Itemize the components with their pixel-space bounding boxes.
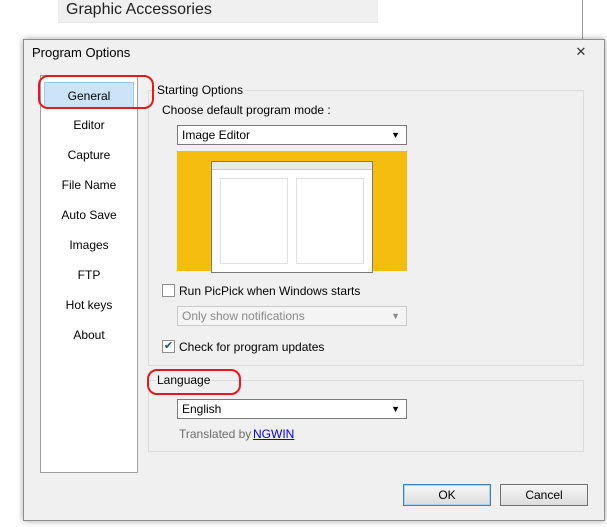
starting-options-title: Starting Options — [155, 83, 246, 97]
ok-button[interactable]: OK — [403, 484, 491, 506]
category-editor[interactable]: Editor — [44, 112, 134, 138]
check-updates-label: Check for program updates — [179, 340, 325, 354]
category-auto-save[interactable]: Auto Save — [44, 202, 134, 228]
chevron-down-icon: ▼ — [391, 130, 400, 140]
translated-by-label: Translated by — [179, 427, 252, 441]
category-ftp[interactable]: FTP — [44, 262, 134, 288]
notification-select-value: Only show notifications — [182, 309, 305, 323]
language-select-value: English — [182, 402, 222, 416]
mode-select[interactable]: Image Editor ▼ — [177, 125, 407, 145]
cancel-button[interactable]: Cancel — [500, 484, 588, 506]
background-header-text: Graphic Accessories — [66, 1, 212, 18]
category-file-name[interactable]: File Name — [44, 172, 134, 198]
chevron-down-icon: ▼ — [391, 311, 400, 321]
mode-select-value: Image Editor — [182, 128, 251, 142]
preview-column-right — [296, 178, 364, 264]
preview-titlebar — [212, 162, 372, 170]
program-options-dialog: Program Options ✕ General Editor Capture… — [23, 39, 605, 521]
run-on-start-checkbox[interactable] — [162, 284, 175, 297]
mode-label: Choose default program mode : — [162, 103, 331, 117]
check-icon: ✔ — [163, 340, 174, 352]
category-list: General Editor Capture File Name Auto Sa… — [40, 75, 138, 473]
background-header: Graphic Accessories — [58, 0, 378, 23]
category-general[interactable]: General — [44, 82, 134, 108]
category-about[interactable]: About — [44, 322, 134, 348]
language-title: Language — [155, 373, 213, 387]
category-capture[interactable]: Capture — [44, 142, 134, 168]
title-bar[interactable]: Program Options ✕ — [24, 40, 604, 68]
chevron-down-icon: ▼ — [391, 404, 400, 414]
dialog-title: Program Options — [32, 45, 131, 60]
preview-window — [211, 161, 373, 273]
preview-column-left — [220, 178, 288, 264]
close-icon[interactable]: ✕ — [566, 43, 596, 61]
notification-select[interactable]: Only show notifications ▼ — [177, 306, 407, 326]
mode-preview-image — [177, 151, 407, 273]
run-on-start-label: Run PicPick when Windows starts — [179, 284, 361, 298]
category-images[interactable]: Images — [44, 232, 134, 258]
background-divider — [582, 0, 583, 40]
translator-link[interactable]: NGWIN — [253, 427, 294, 441]
category-hot-keys[interactable]: Hot keys — [44, 292, 134, 318]
language-select[interactable]: English ▼ — [177, 399, 407, 419]
check-updates-checkbox[interactable]: ✔ — [162, 340, 175, 353]
